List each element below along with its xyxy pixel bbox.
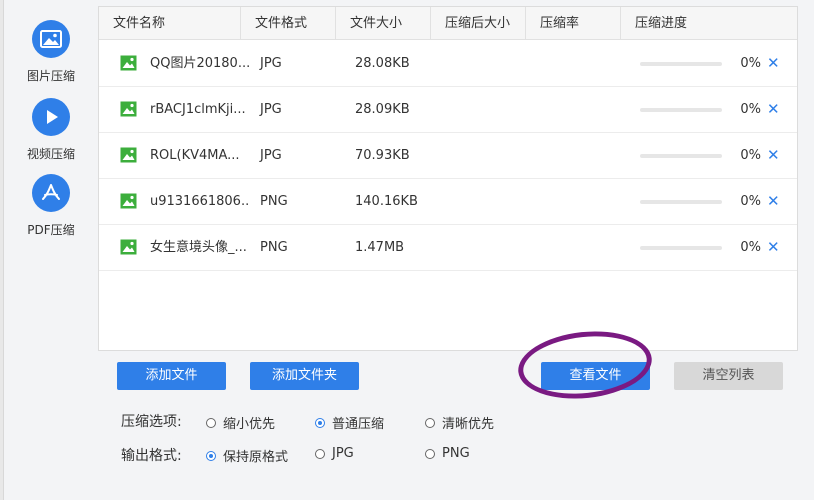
add-file-button[interactable]: 添加文件 — [117, 362, 226, 390]
file-size: 70.93KB — [355, 148, 410, 163]
output-option-png[interactable]: PNG — [425, 446, 470, 461]
progress-bar — [640, 62, 722, 66]
sidebar: 图片压缩 视频压缩 PDF压缩 — [4, 0, 98, 500]
window-right-edge — [808, 0, 814, 500]
radio-icon — [425, 417, 435, 428]
file-name: u9131661806... — [150, 194, 250, 209]
sidebar-item-label: 视频压缩 — [26, 147, 75, 161]
progress-percent: 0% — [740, 194, 761, 209]
radio-icon — [315, 448, 325, 459]
file-size: 1.47MB — [355, 240, 405, 255]
image-file-icon — [120, 193, 137, 209]
radio-label: 普通压缩 — [332, 417, 385, 432]
remove-file-icon[interactable]: ✕ — [767, 87, 780, 132]
file-format: PNG — [260, 240, 288, 255]
output-format-label: 输出格式: — [121, 448, 182, 464]
radio-label: 缩小优先 — [223, 417, 276, 432]
remove-file-icon[interactable]: ✕ — [767, 225, 780, 270]
image-icon — [32, 20, 70, 58]
file-size: 28.08KB — [355, 56, 410, 71]
compress-option-normal[interactable]: 普通压缩 — [315, 413, 384, 432]
file-name: 女生意境头像_... — [150, 240, 247, 255]
progress-percent: 0% — [740, 148, 761, 163]
clear-list-button[interactable]: 清空列表 — [674, 362, 783, 390]
file-name: rBACJ1clmKji... — [150, 102, 246, 117]
radio-label: 保持原格式 — [223, 450, 289, 465]
progress-percent: 0% — [740, 56, 761, 71]
table-row: rBACJ1clmKji... JPG 28.09KB 0% ✕ — [99, 87, 797, 133]
column-header-compressed-size: 压缩后大小 — [431, 7, 526, 40]
progress-percent: 0% — [740, 102, 761, 117]
remove-file-icon[interactable]: ✕ — [767, 41, 780, 86]
column-header-progress: 压缩进度 — [635, 16, 688, 31]
image-file-icon — [120, 101, 137, 117]
sidebar-item-label: 图片压缩 — [26, 69, 75, 83]
file-format: JPG — [260, 148, 282, 163]
image-file-icon — [120, 55, 137, 71]
view-files-button[interactable]: 查看文件 — [541, 362, 650, 390]
output-option-original[interactable]: 保持原格式 — [206, 446, 288, 465]
output-option-jpg[interactable]: JPG — [315, 446, 354, 461]
file-size: 28.09KB — [355, 102, 410, 117]
compress-options-label: 压缩选项: — [121, 414, 182, 430]
add-folder-button[interactable]: 添加文件夹 — [250, 362, 359, 390]
sidebar-item-image-compress[interactable]: 图片压缩 — [4, 20, 98, 84]
file-format: PNG — [260, 194, 288, 209]
sidebar-item-pdf-compress[interactable]: PDF压缩 — [4, 174, 98, 238]
progress-percent: 0% — [740, 240, 761, 255]
column-header-ratio: 压缩率 — [526, 7, 621, 40]
file-name: ROL(KV4MA... — [150, 148, 240, 163]
table-row: QQ图片20180... JPG 28.08KB 0% ✕ — [99, 41, 797, 87]
radio-label: 清晰优先 — [442, 417, 495, 432]
table-row: ROL(KV4MA... JPG 70.93KB 0% ✕ — [99, 133, 797, 179]
radio-label: PNG — [442, 446, 470, 461]
table-row: 女生意境头像_... PNG 1.47MB 0% ✕ — [99, 225, 797, 271]
file-name: QQ图片20180... — [150, 56, 250, 71]
image-file-icon — [120, 147, 137, 163]
progress-bar — [640, 246, 722, 250]
file-format: JPG — [260, 56, 282, 71]
radio-checked-icon — [206, 450, 216, 461]
file-list-panel: 文件名称 文件格式 文件大小 压缩后大小 压缩率 压缩进度 QQ图片20180.… — [98, 6, 798, 351]
remove-file-icon[interactable]: ✕ — [767, 133, 780, 178]
table-header: 文件名称 文件格式 文件大小 压缩后大小 压缩率 压缩进度 — [99, 7, 797, 40]
compress-option-small[interactable]: 缩小优先 — [206, 413, 275, 432]
pdf-icon — [32, 174, 70, 212]
radio-icon — [425, 448, 435, 459]
column-header-format: 文件格式 — [241, 7, 336, 40]
progress-bar — [640, 200, 722, 204]
progress-bar — [640, 154, 722, 158]
radio-label: JPG — [332, 446, 354, 461]
image-file-icon — [120, 239, 137, 255]
radio-icon — [206, 417, 216, 428]
play-icon — [32, 98, 70, 136]
column-header-size: 文件大小 — [336, 7, 431, 40]
file-format: JPG — [260, 102, 282, 117]
table-row: u9131661806... PNG 140.16KB 0% ✕ — [99, 179, 797, 225]
progress-bar — [640, 108, 722, 112]
sidebar-item-label: PDF压缩 — [27, 223, 75, 237]
radio-checked-icon — [315, 417, 325, 428]
compress-option-clear[interactable]: 清晰优先 — [425, 413, 494, 432]
column-header-filename: 文件名称 — [99, 7, 241, 40]
sidebar-item-video-compress[interactable]: 视频压缩 — [4, 98, 98, 162]
file-size: 140.16KB — [355, 194, 418, 209]
remove-file-icon[interactable]: ✕ — [767, 179, 780, 224]
